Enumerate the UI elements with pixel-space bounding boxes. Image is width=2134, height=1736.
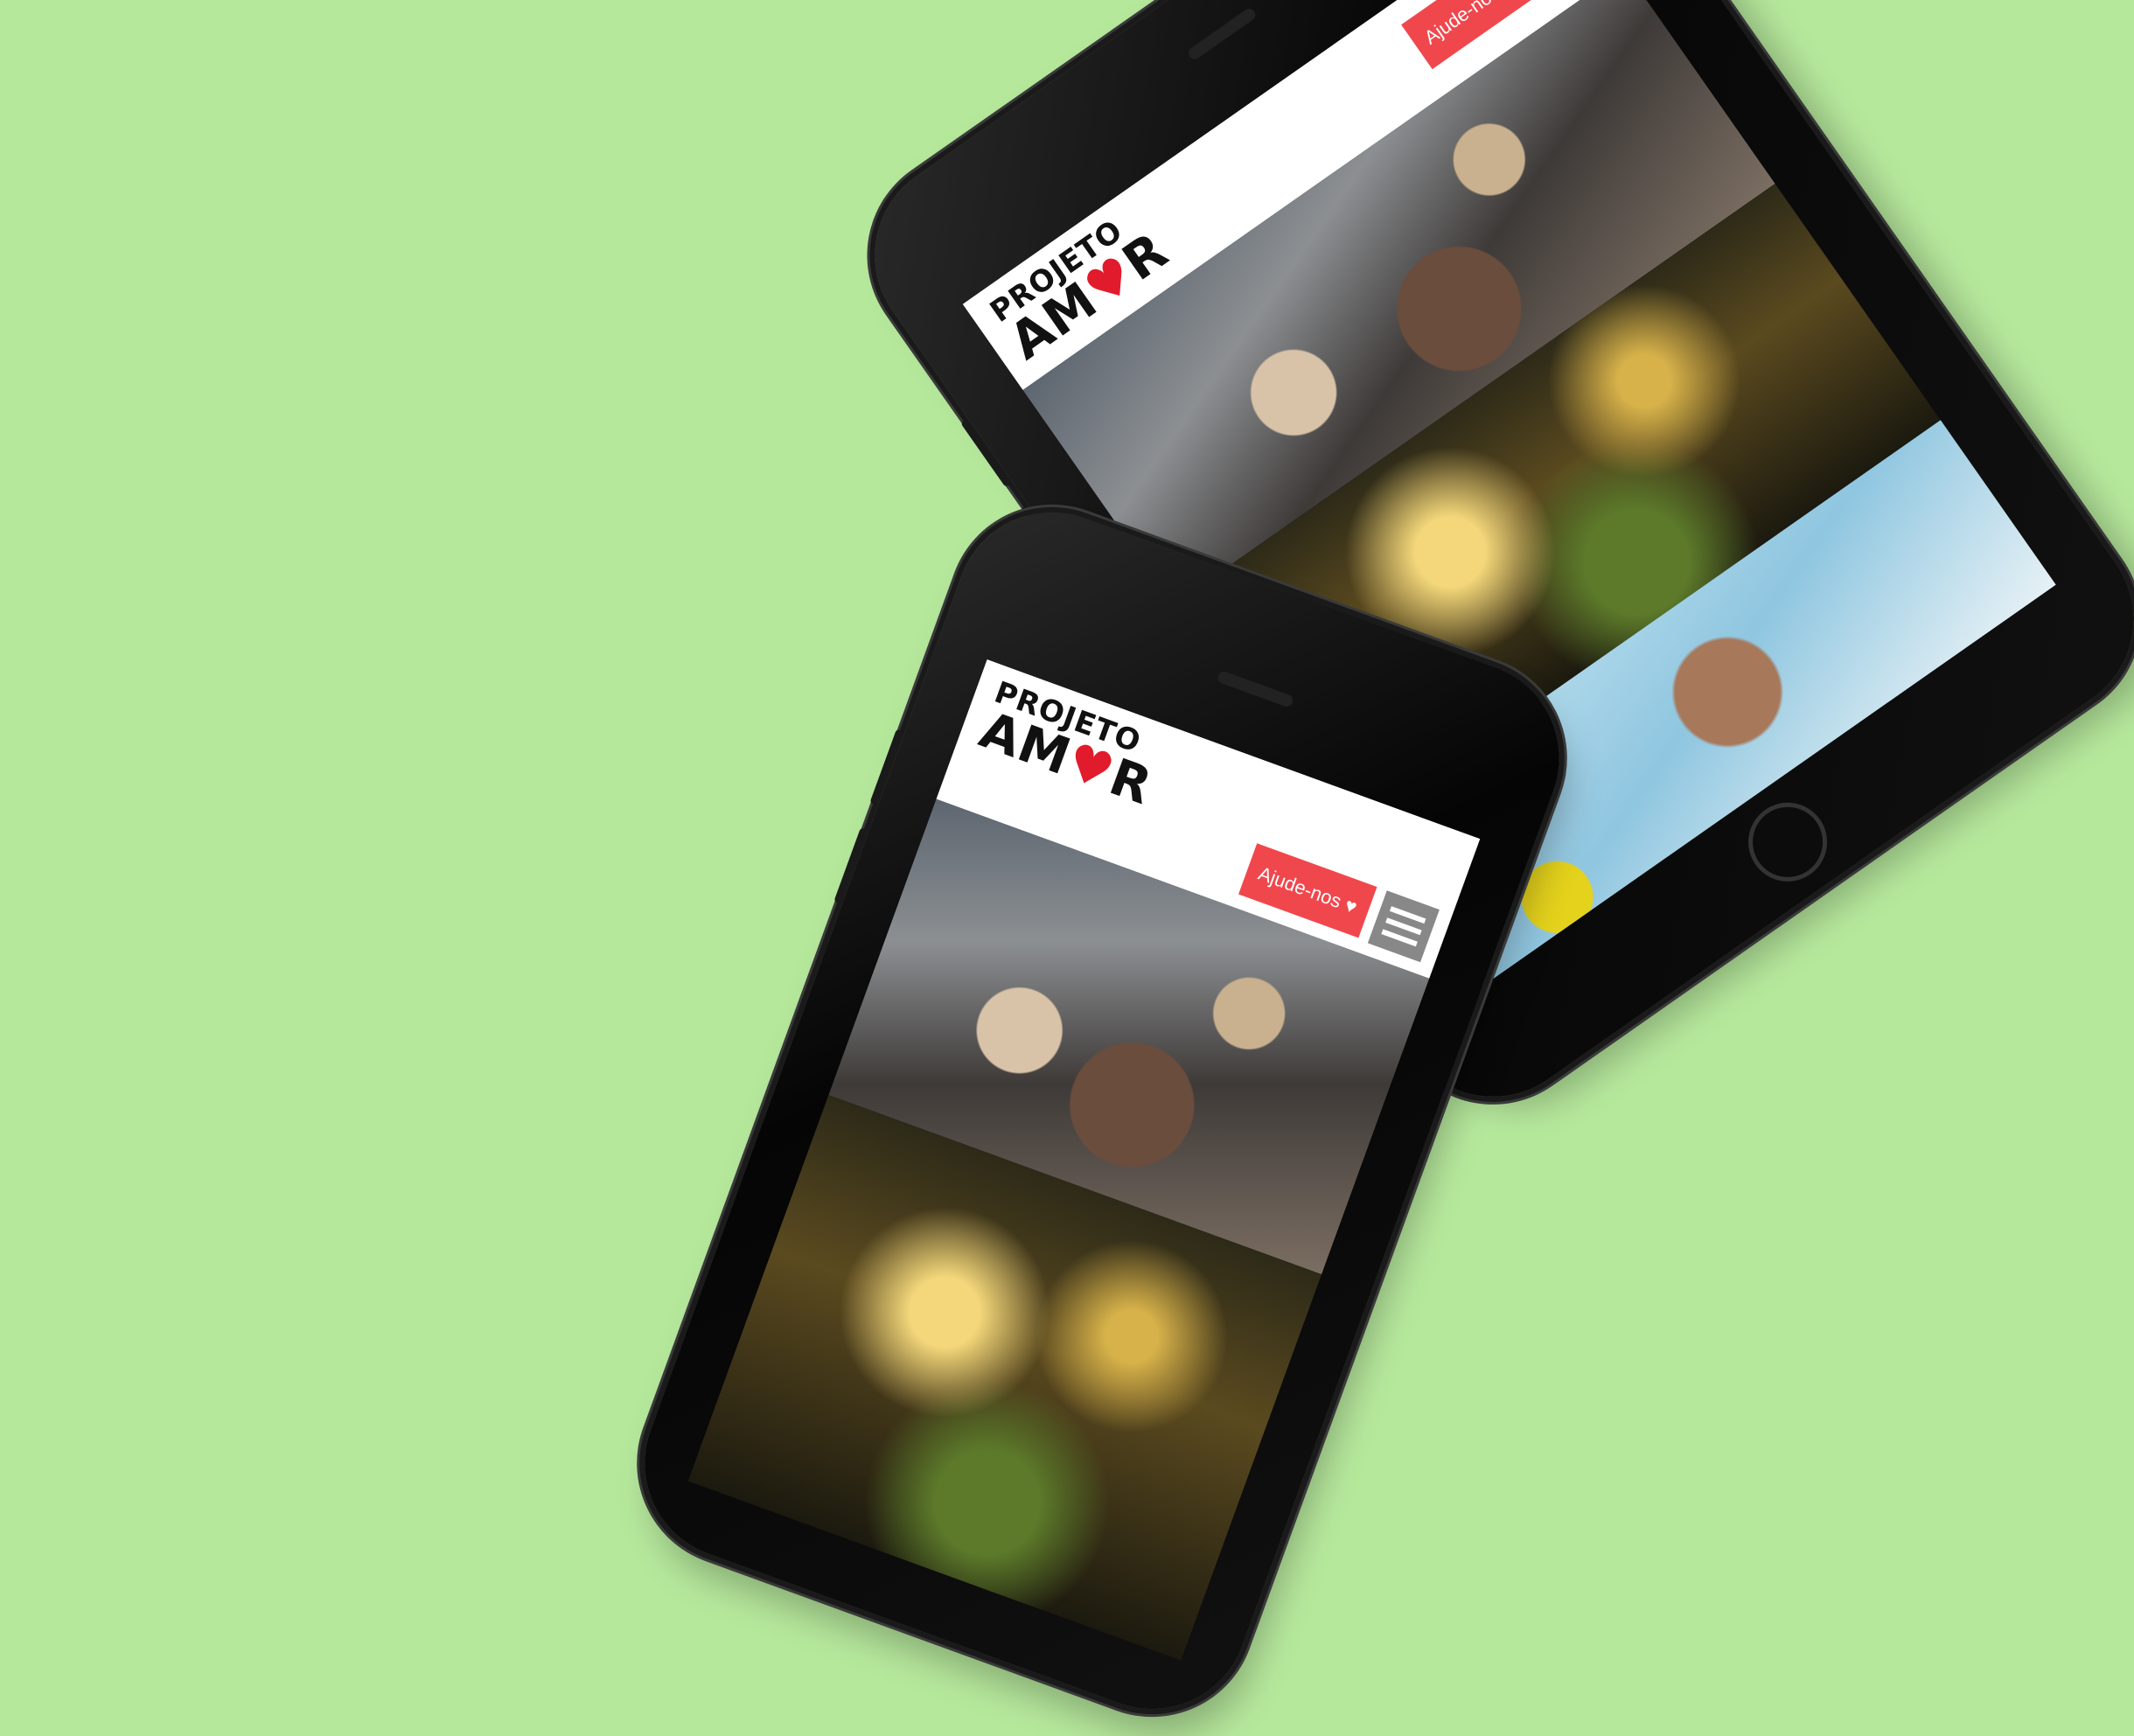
phone-speaker (1186, 6, 1258, 62)
home-button[interactable] (1733, 787, 1843, 897)
site-logo[interactable]: PROJETO AM♥R (973, 675, 1168, 817)
phone-device-bottom: PROJETO AM♥R Ajude-nos ♥ (617, 485, 1587, 1736)
phone-speaker (1216, 669, 1295, 708)
volume-button (869, 729, 903, 805)
volume-button (833, 827, 868, 904)
hamburger-icon[interactable] (1367, 890, 1440, 963)
phone-screen-bottom: PROJETO AM♥R Ajude-nos ♥ (687, 659, 1481, 1661)
volume-button (960, 419, 1012, 488)
